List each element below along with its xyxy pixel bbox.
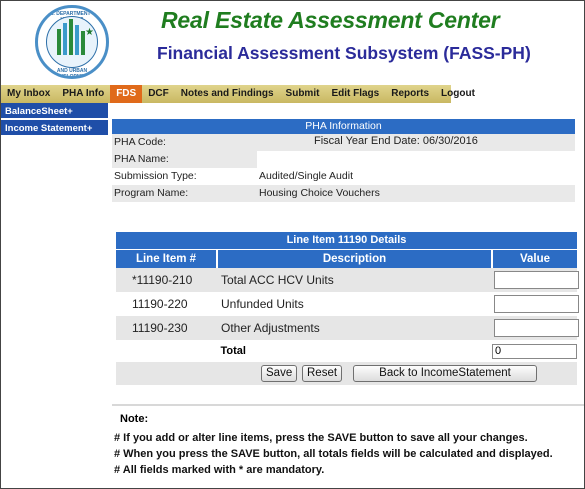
button-bar: Save Reset Back to IncomeStatement [116,362,577,385]
back-to-income-statement-button[interactable]: Back to IncomeStatement [353,365,537,382]
line-item-details-table: Line Item 11190 Details Line Item # Desc… [116,232,579,385]
nav-pha-info[interactable]: PHA Info [56,85,110,103]
submission-type-label: Submission Type: [114,170,197,182]
total-label: Total [220,345,246,357]
pha-code-row: PHA Code: Fiscal Year End Date: 06/30/20… [112,134,575,151]
page-title: Real Estate Assessment Center [161,7,500,33]
save-button[interactable]: Save [261,365,298,382]
value-input-11190-230[interactable] [494,319,579,337]
note-line: # If you add or alter line items, press … [114,432,528,444]
total-value-field [492,343,577,359]
pha-name-label: PHA Name: [114,153,169,165]
total-row: Total [116,340,577,362]
table-row: *11190-210 Total ACC HCV Units [116,268,579,292]
value-input-11190-220[interactable] [494,295,579,313]
table-header-row: Line Item # Description Value [116,249,577,268]
line-item-description: Other Adjustments [221,321,320,335]
seal-text-bottom: AND URBAN DEVELOPMENT [52,68,92,79]
notes-title: Note: [120,413,149,425]
pha-information-heading: PHA Information [112,119,575,134]
value-input-11190-210[interactable] [494,271,579,289]
submission-type-value: Audited/Single Audit [259,170,353,182]
sidebar: BalanceSheet+ Income Statement+ [1,103,108,137]
sidebar-item-balance-sheet[interactable]: BalanceSheet+ [1,103,108,120]
line-item-code: *11190-210 [132,273,193,287]
page-subtitle: Financial Assessment Subsystem (FASS-PH) [157,43,531,63]
app-header: U.S. DEPARTMENT OF HOUSING ★ AND URBAN D… [1,1,584,83]
hud-seal-logo: U.S. DEPARTMENT OF HOUSING ★ AND URBAN D… [35,5,109,79]
column-header-description: Description [218,250,493,268]
column-header-value: Value [519,253,551,265]
submission-type-row: Submission Type: Audited/Single Audit [112,168,575,185]
pha-information-panel: PHA Information PHA Code: Fiscal Year En… [112,119,575,202]
nav-my-inbox[interactable]: My Inbox [1,85,56,103]
nav-reports[interactable]: Reports [385,85,435,103]
nav-fds[interactable]: FDS [110,85,143,103]
table-row: 11190-220 Unfunded Units [116,292,579,316]
divider [112,404,584,406]
program-name-label: Program Name: [114,187,189,199]
note-line: # When you press the SAVE button, all to… [114,448,553,460]
line-item-table-title: Line Item 11190 Details [116,232,577,249]
pha-code-label: PHA Code: [114,136,166,148]
pha-name-row: PHA Name: [112,151,575,168]
note-line: # All fields marked with * are mandatory… [114,464,325,476]
program-name-row: Program Name: Housing Choice Vouchers [112,185,575,202]
nav-submit[interactable]: Submit [280,85,326,103]
nav-notes-and-findings[interactable]: Notes and Findings [175,85,280,103]
reset-button[interactable]: Reset [302,365,343,382]
column-header-line-item: Line Item # [116,250,218,268]
main-nav: My Inbox PHA Info FDS DCF Notes and Find… [1,85,584,103]
line-item-code: 11190-230 [132,321,188,335]
nav-dcf[interactable]: DCF [142,85,175,103]
program-name-value: Housing Choice Vouchers [259,187,380,199]
star-icon: ★ [85,27,94,38]
fiscal-year-end-date: Fiscal Year End Date: 06/30/2016 [314,135,478,147]
line-item-description: Unfunded Units [221,297,304,311]
sidebar-item-income-statement[interactable]: Income Statement+ [1,120,108,137]
line-item-code: 11190-220 [132,297,188,311]
nav-edit-flags[interactable]: Edit Flags [325,85,385,103]
line-item-description: Total ACC HCV Units [221,273,334,287]
table-row: 11190-230 Other Adjustments [116,316,579,340]
nav-logout[interactable]: Logout [435,85,481,103]
